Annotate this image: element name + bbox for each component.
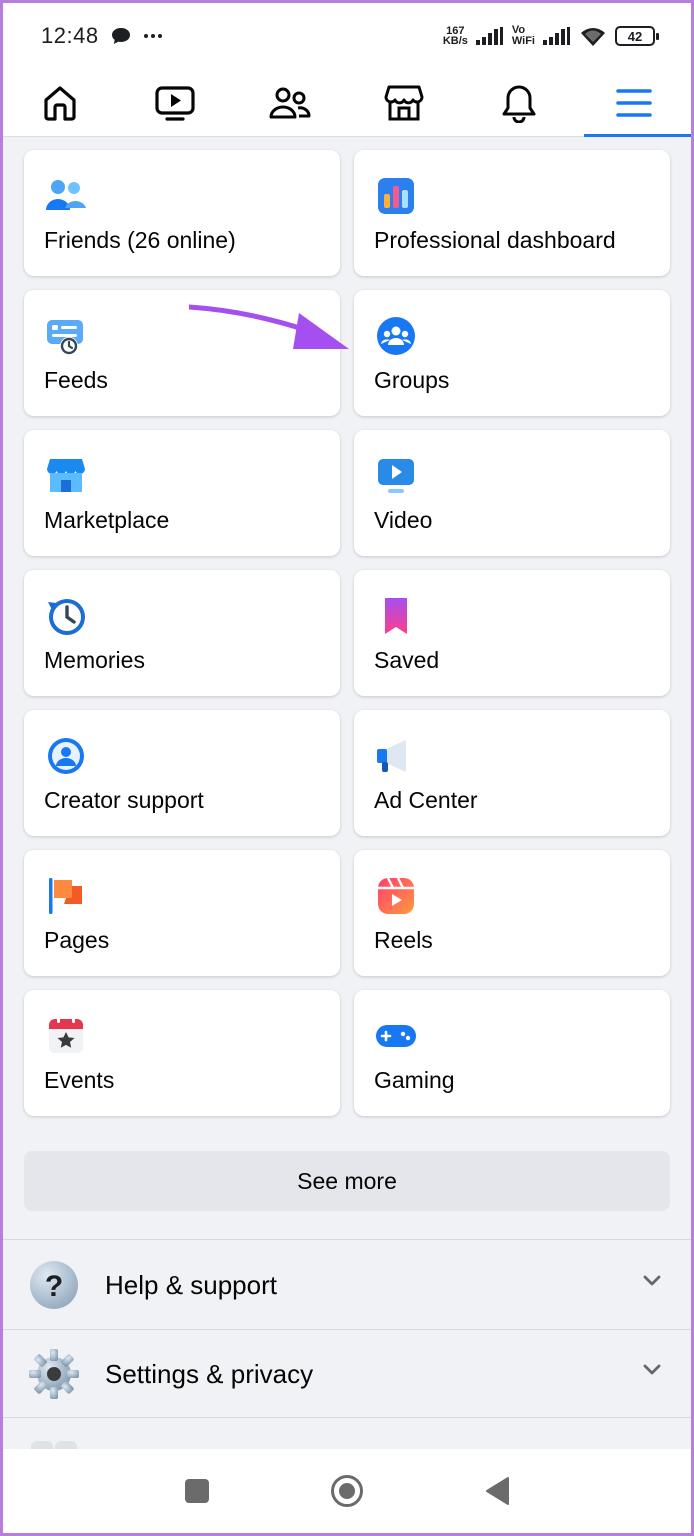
signal-2-icon — [543, 27, 570, 45]
friends-icon — [269, 87, 311, 118]
bookmark-icon — [385, 598, 407, 634]
nav-friends[interactable] — [232, 69, 347, 136]
signal-icon — [475, 27, 503, 45]
divider — [3, 1239, 691, 1240]
calendar-icon — [49, 1016, 83, 1053]
shortcut-feeds[interactable]: Feeds — [24, 290, 340, 416]
megaphone-icon — [377, 740, 406, 772]
back-triangle-icon — [486, 1477, 509, 1505]
help-support-label: Help & support — [105, 1269, 277, 1300]
chevron-down-icon — [643, 1364, 661, 1375]
circle-home-icon — [331, 1475, 363, 1507]
menu-icon — [615, 88, 652, 117]
gear-icon — [29, 1349, 79, 1399]
flag-icon — [49, 878, 82, 914]
network-speed: 167 KB/s — [442, 26, 468, 47]
memories-icon — [48, 599, 85, 635]
home-button[interactable] — [272, 1474, 422, 1508]
svg-text:?: ? — [45, 1270, 63, 1303]
shortcut-video[interactable]: Video — [354, 430, 670, 556]
chevron-down-icon — [643, 1275, 661, 1286]
nav-video[interactable] — [118, 69, 233, 136]
shortcut-creator-support[interactable]: Creator support — [24, 710, 340, 836]
see-more-button[interactable]: See more — [24, 1151, 670, 1211]
shortcut-label: Gaming — [374, 1067, 455, 1093]
shortcut-label: Creator support — [44, 787, 204, 813]
shortcut-label: Video — [374, 507, 433, 533]
shortcut-pages[interactable]: Pages — [24, 850, 340, 976]
shortcut-label: Ad Center — [374, 787, 478, 813]
recent-apps-button[interactable] — [122, 1478, 272, 1504]
shortcut-label: Pages — [44, 927, 110, 953]
shortcut-label: Feeds — [44, 367, 108, 393]
settings-privacy-row[interactable]: Settings & privacy — [3, 1330, 691, 1418]
top-navigation — [3, 69, 691, 137]
shortcut-label: Memories — [44, 647, 145, 673]
shortcut-memories[interactable]: Memories — [24, 570, 340, 696]
bell-icon — [502, 85, 536, 123]
app-screen: 12:48 167 KB/s Vo WiFi 42 Friends (26 on… — [3, 3, 691, 1533]
battery-level: 42 — [627, 28, 643, 44]
friends-icon — [46, 180, 86, 210]
vowifi-label: Vo WiFi — [512, 25, 535, 47]
groups-icon — [377, 317, 415, 355]
home-icon — [44, 85, 76, 121]
video-icon — [378, 459, 414, 493]
shortcut-marketplace[interactable]: Marketplace — [24, 430, 340, 556]
shortcut-reels[interactable]: Reels — [354, 850, 670, 976]
shortcut-label: Reels — [374, 927, 433, 953]
divider — [3, 1417, 691, 1418]
reels-icon — [378, 877, 414, 914]
shortcut-friends[interactable]: Friends (26 online) — [24, 150, 340, 276]
shortcut-label: Professional dashboard — [374, 227, 616, 253]
status-time: 12:48 — [41, 23, 99, 48]
shortcut-label: Marketplace — [44, 507, 170, 533]
feeds-icon — [47, 320, 83, 355]
gamepad-icon — [376, 1025, 416, 1047]
shortcut-professional-dashboard[interactable]: Professional dashboard — [354, 150, 670, 276]
nav-menu[interactable] — [576, 69, 691, 137]
marketplace-icon — [46, 459, 86, 492]
shortcut-events[interactable]: Events — [24, 990, 340, 1116]
shortcut-gaming[interactable]: Gaming — [354, 990, 670, 1116]
creator-support-icon — [48, 738, 84, 774]
help-icon: ? — [30, 1261, 78, 1309]
dashboard-icon — [378, 178, 414, 214]
shortcut-label: Saved — [374, 647, 440, 673]
nav-marketplace[interactable] — [347, 69, 462, 136]
shortcut-label: Groups — [374, 367, 450, 393]
shortcut-label: Events — [44, 1067, 115, 1093]
shortcut-ad-center[interactable]: Ad Center — [354, 710, 670, 836]
shortcuts-grid: Friends (26 online) Professional dashboa… — [24, 150, 670, 1116]
nav-notifications[interactable] — [462, 69, 577, 136]
nav-home[interactable] — [3, 69, 118, 136]
video-icon — [155, 85, 195, 121]
battery-indicator: 42 — [615, 26, 659, 46]
help-support-row[interactable]: ? Help & support — [3, 1241, 691, 1329]
wifi-text: WiFi — [511, 35, 535, 47]
speed-unit: KB/s — [442, 35, 468, 47]
see-more-label: See more — [297, 1167, 397, 1194]
shortcut-saved[interactable]: Saved — [354, 570, 670, 696]
square-icon — [185, 1479, 209, 1503]
settings-privacy-label: Settings & privacy — [105, 1358, 314, 1389]
shortcut-groups[interactable]: Groups — [354, 290, 670, 416]
marketplace-icon — [384, 85, 424, 120]
wifi-icon — [581, 28, 605, 46]
system-navigation-bar — [3, 1449, 691, 1533]
shortcut-label: Friends (26 online) — [44, 227, 236, 253]
back-button[interactable] — [422, 1476, 572, 1506]
message-bubble-icon — [111, 28, 130, 44]
more-dots-icon — [143, 34, 162, 38]
status-bar: 12:48 167 KB/s Vo WiFi 42 — [3, 3, 691, 69]
